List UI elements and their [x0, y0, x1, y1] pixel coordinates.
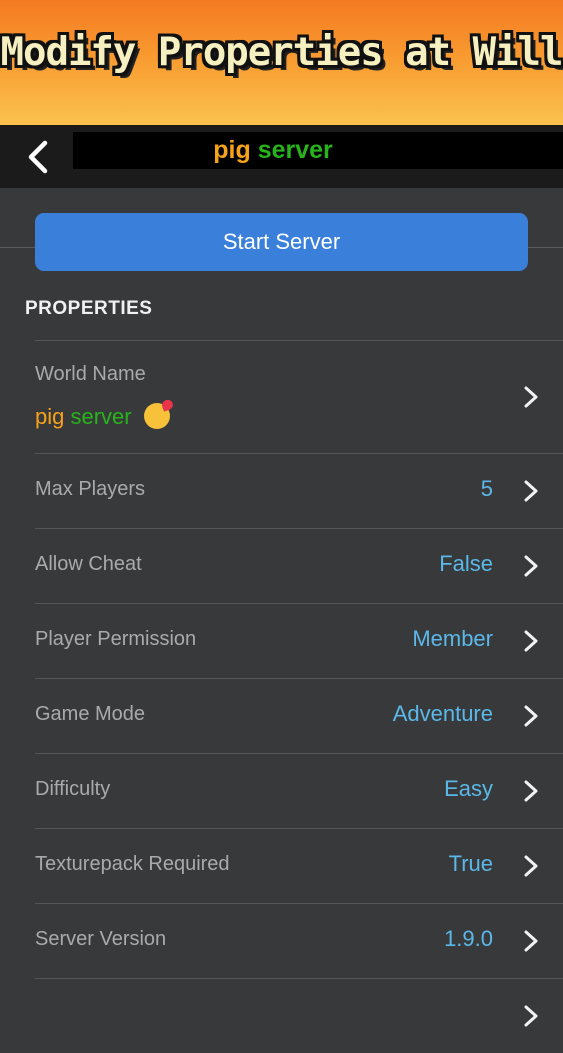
page-title: pig server	[73, 132, 473, 169]
banner-title: Modify Properties at Will	[0, 30, 563, 75]
chevron-right-icon	[524, 855, 538, 877]
properties-header: PROPERTIES	[25, 298, 153, 319]
list-item-partial[interactable]	[35, 978, 563, 1053]
nav-title-box: pig server	[73, 132, 563, 169]
title-part-pig: pig	[213, 136, 251, 164]
chevron-right-icon	[524, 386, 538, 408]
row-value: 5	[480, 476, 493, 501]
chevron-left-icon	[28, 140, 48, 174]
row-value: Easy	[444, 776, 493, 801]
chevron-right-icon	[524, 705, 538, 727]
navbar: pig server	[0, 125, 563, 188]
row-value: Adventure	[392, 701, 493, 726]
world-name-value: pig server	[35, 403, 170, 430]
chevron-right-icon	[524, 630, 538, 652]
list-item-world-name[interactable]: World Name pig server	[35, 340, 563, 453]
chevron-right-icon	[524, 480, 538, 502]
properties-list: World Name pig server Max Players 5 Allo…	[35, 340, 563, 1053]
row-value: True	[448, 851, 493, 876]
promo-banner: Modify Properties at Will	[0, 0, 563, 125]
start-server-button[interactable]: Start Server	[35, 213, 528, 271]
list-item-server-version[interactable]: Server Version 1.9.0	[35, 903, 563, 978]
chevron-right-icon	[524, 780, 538, 802]
list-item-allow-cheat[interactable]: Allow Cheat False	[35, 528, 563, 603]
row-label: Difficulty	[35, 778, 111, 800]
list-item-player-permission[interactable]: Player Permission Member	[35, 603, 563, 678]
row-label: Game Mode	[35, 703, 146, 725]
list-item-game-mode[interactable]: Game Mode Adventure	[35, 678, 563, 753]
back-button[interactable]	[18, 135, 58, 179]
row-label: World Name	[35, 363, 146, 385]
list-item-texturepack-required[interactable]: Texturepack Required True	[35, 828, 563, 903]
list-item-difficulty[interactable]: Difficulty Easy	[35, 753, 563, 828]
world-name-part-pig: pig	[35, 404, 65, 429]
list-item-max-players[interactable]: Max Players 5	[35, 453, 563, 528]
title-part-server: server	[257, 136, 333, 164]
row-label: Server Version	[35, 928, 167, 950]
row-label: Max Players	[35, 478, 146, 500]
row-value: 1.9.0	[444, 926, 493, 951]
row-label: Texturepack Required	[35, 853, 230, 875]
world-name-part-server: server	[70, 404, 132, 429]
chevron-right-icon	[524, 555, 538, 577]
row-label: Allow Cheat	[35, 553, 142, 575]
row-label: Player Permission	[35, 628, 197, 650]
chevron-right-icon	[524, 930, 538, 952]
kissing-face-icon	[143, 403, 170, 429]
row-value: Member	[412, 626, 493, 651]
row-value: False	[439, 551, 493, 576]
chevron-right-icon	[524, 1005, 538, 1027]
